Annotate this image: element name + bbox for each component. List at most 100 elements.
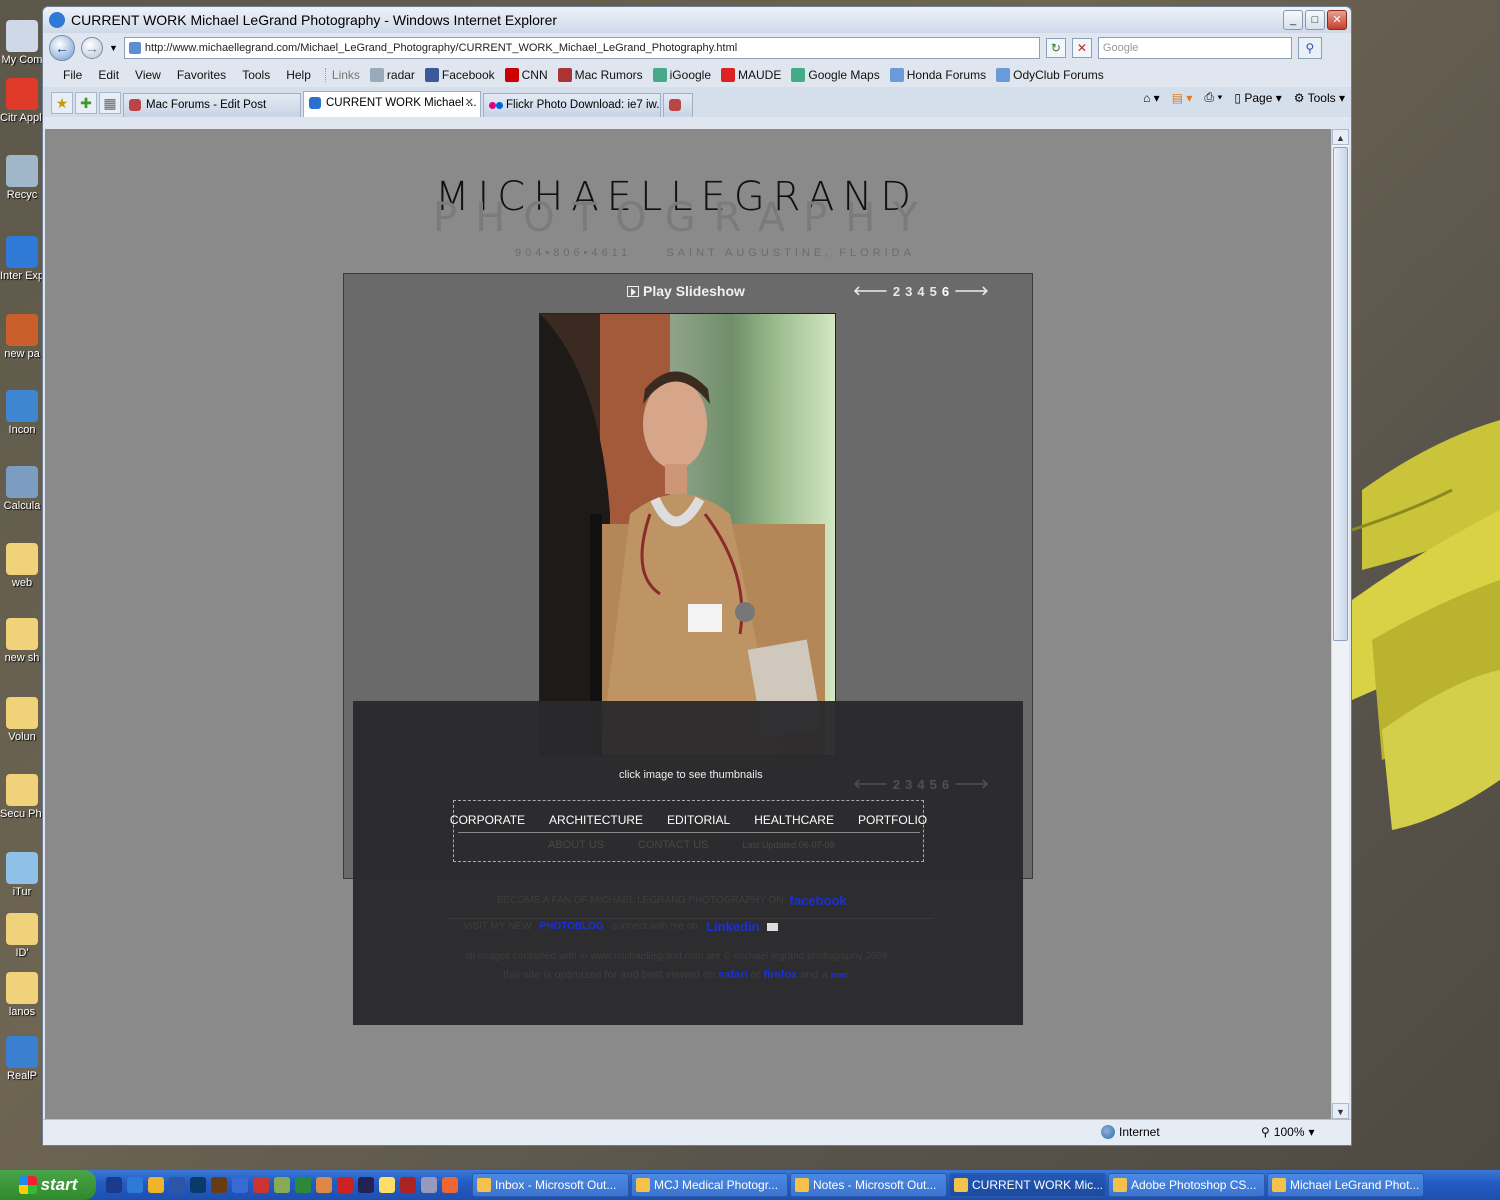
close-window-button[interactable]: ✕ <box>1327 10 1347 30</box>
tab-mac-forums[interactable]: Mac Forums - Edit Post <box>123 93 301 117</box>
link-facebook[interactable]: Facebook <box>424 68 495 82</box>
home-icon[interactable]: ⌂ ▾ <box>1143 91 1160 105</box>
link-igoogle[interactable]: iGoogle <box>652 68 711 82</box>
page-link-5-bottom[interactable]: 5 <box>930 777 937 792</box>
page-link-4-bottom[interactable]: 4 <box>917 777 924 792</box>
page-link-2-bottom[interactable]: 2 <box>893 777 900 792</box>
nav-about-us[interactable]: ABOUT US <box>548 839 604 851</box>
link-maude[interactable]: MAUDE <box>721 68 781 82</box>
link-honda-forums[interactable]: Honda Forums <box>889 68 986 82</box>
close-tab-icon[interactable]: ✕ <box>464 92 474 114</box>
start-button[interactable]: start <box>0 1170 96 1200</box>
next-arrow-icon[interactable]: 🡒 <box>954 283 989 299</box>
feeds-icon[interactable]: ▤ ▾ <box>1172 91 1193 105</box>
prev-arrow-icon[interactable]: 🡐 <box>853 776 888 792</box>
task-photoshop[interactable]: Adobe Photoshop CS... <box>1108 1173 1265 1197</box>
task-mcj[interactable]: MCJ Medical Photogr... <box>631 1173 788 1197</box>
email-icon[interactable] <box>767 922 779 931</box>
quicklaunch-icon[interactable] <box>316 1177 332 1193</box>
desktop-icon-new-page[interactable]: new pa <box>0 314 44 360</box>
desktop-icon-citrix[interactable]: Citr Applica <box>0 78 44 124</box>
desktop-icon-calculator[interactable]: Calcula <box>0 466 44 512</box>
add-favorites-icon[interactable]: ✚ <box>75 92 97 114</box>
facebook-link[interactable]: facebook <box>790 893 847 908</box>
menu-favorites[interactable]: Favorites <box>169 68 234 82</box>
security-zone[interactable]: Internet <box>1101 1125 1160 1139</box>
zoom-control[interactable]: ⚲ 100% ▾ <box>1261 1125 1315 1139</box>
play-slideshow-button[interactable]: Play Slideshow <box>627 283 745 299</box>
new-tab-button[interactable] <box>663 93 693 117</box>
menu-tools[interactable]: Tools <box>234 68 278 82</box>
quicklaunch-icon[interactable] <box>400 1177 416 1193</box>
page-link-6[interactable]: 6 <box>942 284 949 299</box>
desktop-icon-internet-explorer[interactable]: Inter Explo <box>0 236 44 282</box>
desktop-icon-new-shortcut[interactable]: new sh <box>0 618 44 664</box>
quicklaunch-icon[interactable] <box>253 1177 269 1193</box>
quicklaunch-icon[interactable] <box>337 1177 353 1193</box>
page-link-2[interactable]: 2 <box>893 284 900 299</box>
page-link-4[interactable]: 4 <box>917 284 924 299</box>
link-google-maps[interactable]: Google Maps <box>791 68 880 82</box>
quick-tabs-icon[interactable]: ▦ <box>99 92 121 114</box>
task-michael-legrand[interactable]: Michael LeGrand Phot... <box>1267 1173 1424 1197</box>
page-link-5[interactable]: 5 <box>930 284 937 299</box>
stop-button[interactable]: ✕ <box>1071 38 1092 58</box>
favorites-star-icon[interactable]: ★ <box>51 92 73 114</box>
menu-file[interactable]: File <box>55 68 90 82</box>
next-arrow-icon[interactable]: 🡒 <box>954 776 989 792</box>
maximize-button[interactable]: □ <box>1305 10 1325 30</box>
menu-edit[interactable]: Edit <box>90 68 127 82</box>
desktop-icon-lanos[interactable]: lanos <box>0 972 44 1018</box>
page-link-6-bottom[interactable]: 6 <box>942 777 949 792</box>
history-dropdown-icon[interactable]: ▼ <box>109 43 118 53</box>
nav-corporate[interactable]: CORPORATE <box>450 813 525 827</box>
minimize-button[interactable]: _ <box>1283 10 1303 30</box>
menu-view[interactable]: View <box>127 68 169 82</box>
tools-menu[interactable]: ⚙ Tools ▾ <box>1294 91 1345 105</box>
forward-button[interactable]: → <box>81 37 103 59</box>
quicklaunch-icon[interactable] <box>274 1177 290 1193</box>
refresh-button[interactable]: ↻ <box>1045 38 1066 58</box>
back-button[interactable]: ← <box>49 35 75 61</box>
quicklaunch-icon[interactable] <box>379 1177 395 1193</box>
thumbnail-hint[interactable]: click image to see thumbnails <box>619 769 763 781</box>
desktop-icon-recycle-bin[interactable]: Recyc <box>0 155 44 201</box>
mac-link[interactable]: mac <box>831 970 849 980</box>
task-notes[interactable]: Notes - Microsoft Out... <box>790 1173 947 1197</box>
quicklaunch-icon[interactable] <box>169 1177 185 1193</box>
tab-current-work[interactable]: CURRENT WORK Michael ... ✕ <box>303 91 481 117</box>
quicklaunch-icon[interactable] <box>442 1177 458 1193</box>
desktop-icon-id[interactable]: ID' <box>0 913 44 959</box>
menu-help[interactable]: Help <box>278 68 319 82</box>
task-current-work[interactable]: CURRENT WORK Mic... <box>949 1173 1106 1197</box>
photoblog-link[interactable]: PHOTOBLOG <box>540 921 604 932</box>
task-inbox[interactable]: Inbox - Microsoft Out... <box>472 1173 629 1197</box>
desktop-icon-realplayer[interactable]: RealP <box>0 1036 44 1082</box>
desktop-icon-incoming[interactable]: Incon <box>0 390 44 436</box>
tab-flickr[interactable]: Flickr Photo Download: ie7 iw... <box>483 93 661 117</box>
scroll-down-icon[interactable]: ▼ <box>1332 1103 1349 1119</box>
firefox-link[interactable]: firefox <box>764 969 798 981</box>
page-link-3[interactable]: 3 <box>905 284 912 299</box>
print-icon[interactable]: ⎙ ▾ <box>1204 90 1222 105</box>
prev-arrow-icon[interactable]: 🡐 <box>853 283 888 299</box>
nav-contact-us[interactable]: CONTACT US <box>638 839 709 851</box>
link-cnn[interactable]: CNN <box>504 68 548 82</box>
quicklaunch-icon[interactable] <box>211 1177 227 1193</box>
main-photo-nurse[interactable] <box>539 313 836 756</box>
desktop-icon-my-computer[interactable]: My Com <box>0 20 44 66</box>
quicklaunch-icon[interactable] <box>190 1177 206 1193</box>
link-radar[interactable]: radar <box>369 68 415 82</box>
link-odyclub-forums[interactable]: OdyClub Forums <box>996 68 1104 82</box>
quicklaunch-icon[interactable] <box>106 1177 122 1193</box>
desktop-icon-security-photo[interactable]: Secu Pho <box>0 774 44 820</box>
quicklaunch-icon[interactable] <box>295 1177 311 1193</box>
scroll-up-icon[interactable]: ▲ <box>1332 129 1349 145</box>
nav-portfolio[interactable]: PORTFOLIO <box>858 813 927 827</box>
quicklaunch-icon[interactable] <box>358 1177 374 1193</box>
search-input[interactable]: Google <box>1097 37 1292 59</box>
zoom-dropdown-icon[interactable]: ▾ <box>1309 1125 1315 1139</box>
quicklaunch-icon[interactable] <box>421 1177 437 1193</box>
scroll-thumb[interactable] <box>1333 147 1348 641</box>
nav-editorial[interactable]: EDITORIAL <box>667 813 730 827</box>
